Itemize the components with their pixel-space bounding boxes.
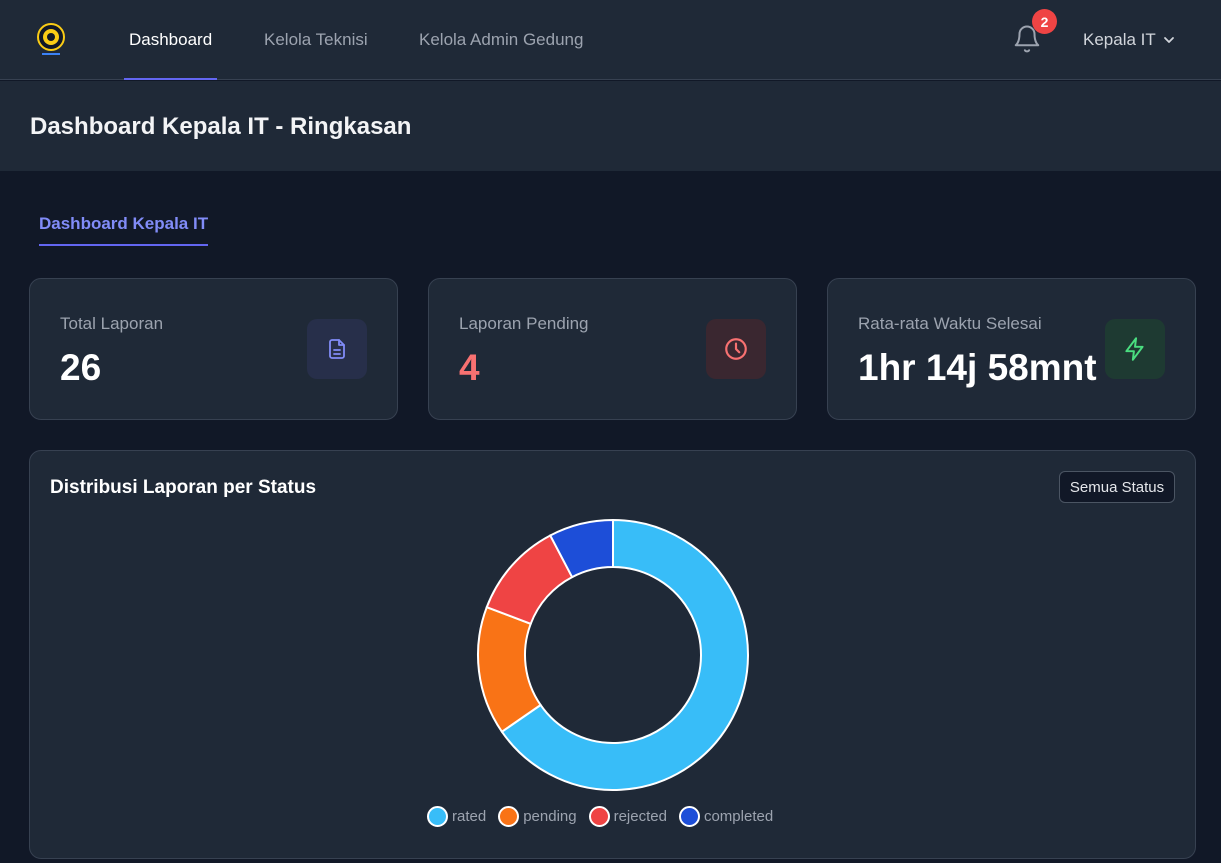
stat-label: Laporan Pending [459,314,589,333]
tab-dashboard-kepala-it[interactable]: Dashboard Kepala IT [39,214,209,246]
legend-label: rejected [613,808,667,825]
stat-label: Total Laporan [60,314,164,333]
legend-label: completed [703,808,774,825]
legend-swatch [588,806,610,827]
status-distribution-panel: Distribusi Laporan per Status Semua Stat… [29,450,1196,859]
legend-label: rated [452,808,487,825]
clock-icon [706,319,766,379]
donut-chart [477,518,749,791]
notification-badge: 2 [1032,9,1057,34]
user-label: Kepala IT [1083,30,1156,49]
bolt-icon [1105,319,1165,379]
legend-swatch [498,806,520,827]
stat-label: Rata-rata Waktu Selesai [858,314,1042,333]
chart-title: Distribusi Laporan per Status [50,477,317,498]
stat-value: 26 [60,347,102,388]
stat-value: 1hr 14j 58mnt [858,347,1097,388]
legend-item-pending[interactable]: pending [498,806,577,827]
top-navbar: Dashboard Kelola Teknisi Kelola Admin Ge… [0,0,1221,80]
user-menu[interactable]: Kepala IT [1083,28,1175,52]
page-header: Dashboard Kepala IT - Ringkasan [0,81,1221,171]
status-filter-button[interactable]: Semua Status [1059,471,1175,503]
stat-value: 4 [459,347,480,388]
legend-item-rated[interactable]: rated [427,806,486,827]
nav-dashboard[interactable]: Dashboard [123,0,218,80]
stat-card-total-laporan: Total Laporan 26 [29,278,398,420]
chevron-down-icon [1163,37,1174,43]
stat-card-laporan-pending: Laporan Pending 4 [428,278,797,420]
nav-kelola-teknisi[interactable]: Kelola Teknisi [264,0,368,80]
legend-item-completed[interactable]: completed [678,806,774,827]
page-title: Dashboard Kepala IT - Ringkasan [30,113,412,140]
legend-label: pending [523,808,577,825]
logo-icon[interactable] [36,22,66,58]
chart-legend: rated pending rejected completed [427,806,785,827]
legend-swatch [678,806,700,827]
nav-kelola-admin-gedung[interactable]: Kelola Admin Gedung [419,0,583,80]
legend-swatch [427,806,448,827]
legend-item-rejected[interactable]: rejected [588,806,667,827]
stat-card-rata-rata-waktu: Rata-rata Waktu Selesai 1hr 14j 58mnt [827,278,1196,420]
document-icon [307,319,367,379]
